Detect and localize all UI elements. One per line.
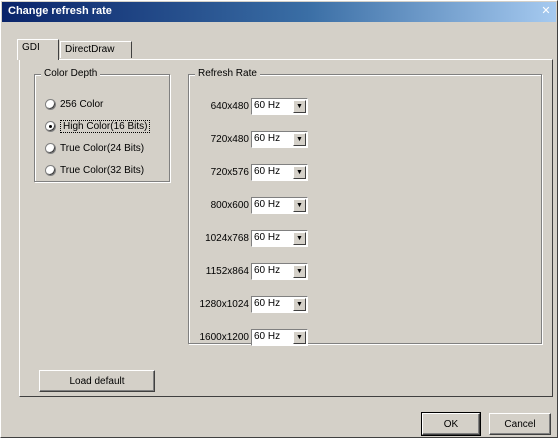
resolution-label-1280x1024: 1280x1024 [199,299,250,310]
refresh-value: 60 Hz [254,331,281,342]
radio-label-true-color-32: True Color(32 Bits) [60,164,145,176]
load-default-button[interactable]: Load default [39,370,155,392]
radio-label-true-color-24: True Color(24 Bits) [60,142,145,154]
refresh-select-1152x864[interactable]: 60 Hz ▼ [251,263,308,280]
dropdown-arrow-icon[interactable]: ▼ [293,298,306,311]
ok-button[interactable]: OK [421,412,481,436]
refresh-value: 60 Hz [254,166,281,177]
resolution-label-640x480: 640x480 [210,101,249,112]
dropdown-arrow-icon[interactable]: ▼ [293,331,306,344]
color-depth-label: Color Depth [41,68,101,79]
close-icon[interactable]: ✕ [539,5,553,18]
resolution-label-1152x864: 1152x864 [205,266,249,277]
dialog-window: Change refresh rate ✕ GDI DirectDraw Col… [0,0,558,438]
radio-label-256-color: 256 Color [60,98,104,110]
window-title: Change refresh rate [8,5,112,17]
refresh-value: 60 Hz [254,298,281,309]
radio-label-high-color-16: High Color(16 Bits) [60,119,151,133]
cancel-button[interactable]: Cancel [489,413,551,435]
refresh-value: 60 Hz [254,133,281,144]
resolution-label-800x600: 800x600 [210,200,249,211]
radio-true-color-32[interactable] [45,164,56,176]
refresh-value: 60 Hz [254,265,281,276]
refresh-select-800x600[interactable]: 60 Hz ▼ [251,197,308,214]
refresh-value: 60 Hz [254,232,281,243]
refresh-value: 60 Hz [254,100,281,111]
refresh-select-640x480[interactable]: 60 Hz ▼ [251,98,308,115]
refresh-value: 60 Hz [254,199,281,210]
radio-true-color-24[interactable] [45,142,56,154]
dropdown-arrow-icon[interactable]: ▼ [293,232,306,245]
resolution-label-1024x768: 1024x768 [205,233,249,244]
tab-gdi[interactable]: GDI [17,39,59,60]
dropdown-arrow-icon[interactable]: ▼ [293,166,306,179]
dropdown-arrow-icon[interactable]: ▼ [293,133,306,146]
color-depth-option-true-24[interactable]: True Color(24 Bits) [45,141,144,155]
refresh-select-720x480[interactable]: 60 Hz ▼ [251,131,308,148]
refresh-select-1600x1200[interactable]: 60 Hz ▼ [251,329,308,346]
dropdown-arrow-icon[interactable]: ▼ [293,199,306,212]
title-bar[interactable]: Change refresh rate ✕ [2,2,556,22]
refresh-select-720x576[interactable]: 60 Hz ▼ [251,164,308,181]
dropdown-arrow-icon[interactable]: ▼ [293,265,306,278]
tab-directdraw[interactable]: DirectDraw [60,41,132,58]
dropdown-arrow-icon[interactable]: ▼ [293,100,306,113]
refresh-select-1024x768[interactable]: 60 Hz ▼ [251,230,308,247]
resolution-label-720x576: 720x576 [210,167,249,178]
color-depth-option-256[interactable]: 256 Color [45,97,103,111]
resolution-label-1600x1200: 1600x1200 [199,332,250,343]
color-depth-option-high-16[interactable]: High Color(16 Bits) [45,119,151,133]
radio-high-color-16[interactable] [45,120,56,132]
refresh-select-1280x1024[interactable]: 60 Hz ▼ [251,296,308,313]
refresh-rate-label: Refresh Rate [195,68,260,79]
resolution-label-720x480: 720x480 [210,134,249,145]
color-depth-option-true-32[interactable]: True Color(32 Bits) [45,163,144,177]
radio-256-color[interactable] [45,98,56,110]
